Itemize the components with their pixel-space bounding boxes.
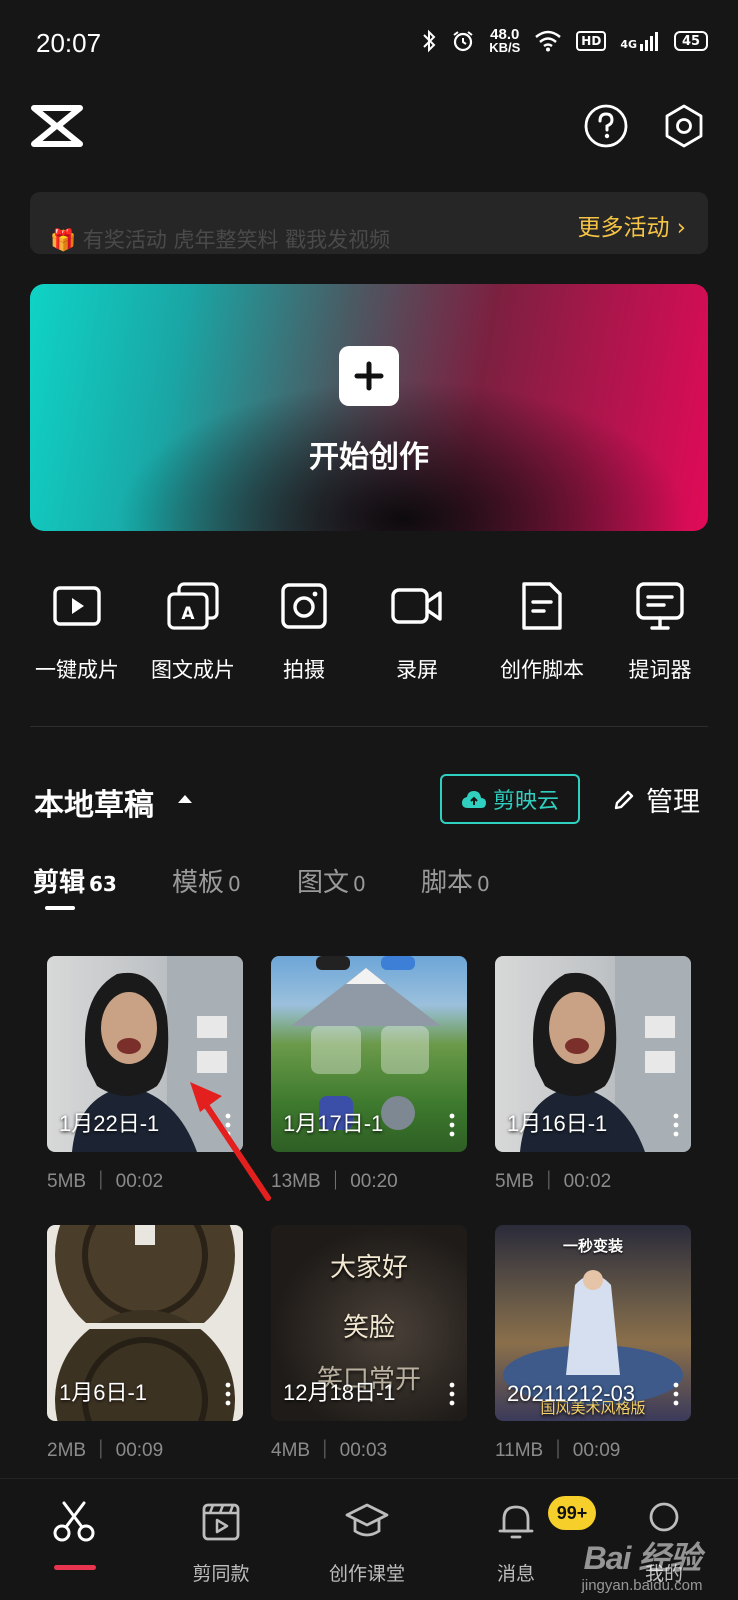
cloud-button[interactable]: 剪映云	[440, 774, 580, 824]
tool-camera[interactable]: 拍摄	[254, 578, 354, 684]
draft-thumbnail[interactable]: 1月6日-1	[47, 1225, 243, 1421]
nav-label: 创作课堂	[328, 1563, 405, 1585]
manage-button[interactable]: 管理	[612, 780, 700, 819]
manage-label: 管理	[646, 787, 700, 818]
more-vertical-icon[interactable]	[447, 1112, 457, 1138]
draft-item[interactable]: 1月17日-1 13MB ｜ 00:20	[271, 956, 467, 1193]
settings-icon[interactable]	[661, 103, 707, 149]
status-time: 20:07	[36, 28, 102, 58]
more-vertical-icon[interactable]	[447, 1381, 457, 1407]
more-vertical-icon[interactable]	[671, 1381, 681, 1407]
hd-badge: HD	[576, 31, 607, 51]
draft-meta: 13MB ｜ 00:20	[271, 1171, 398, 1192]
draft-meta: 2MB ｜ 00:09	[47, 1440, 164, 1461]
plus-icon	[339, 346, 399, 406]
nav-label: 消息	[496, 1563, 535, 1585]
signal-icon: 4G	[620, 31, 660, 51]
draft-name: 1月17日-1	[283, 1111, 384, 1136]
nav-label: 剪同款	[192, 1563, 250, 1585]
start-create-card[interactable]: 开始创作	[30, 284, 708, 531]
message-badge: 99+	[548, 1496, 596, 1530]
nav-active-indicator	[54, 1565, 96, 1570]
status-icons: 48.0 KB/S HD 4G 45	[421, 26, 708, 55]
more-vertical-icon[interactable]	[671, 1112, 681, 1138]
screen-record-icon	[391, 588, 442, 624]
nav-templates[interactable]: 剪同款	[161, 1499, 281, 1586]
baidu-watermark: Bai 经验 jingyan.baidu.com	[581, 1540, 703, 1594]
bell-icon	[498, 1505, 534, 1539]
status-bar: 20:07 48.0 KB/S HD 4G 45	[0, 0, 738, 90]
tool-one-click-video[interactable]: 一键成片	[27, 578, 127, 684]
clapper-play-icon	[202, 1503, 240, 1541]
draft-thumbnail[interactable]: 一秒变装 国风美术风格版 2021121​2-03	[495, 1225, 691, 1421]
tool-text-to-video[interactable]: A 图文成片	[143, 578, 243, 684]
tool-label: 图文成片	[151, 658, 235, 682]
tab-edit[interactable]: 剪辑 63	[33, 862, 117, 899]
nav-edit[interactable]	[14, 1499, 134, 1547]
start-create-label: 开始创作	[309, 440, 429, 475]
local-drafts-title[interactable]: 本地草稿	[34, 780, 154, 824]
draft-name: 1月22日-1	[59, 1111, 160, 1136]
scissors-icon	[53, 1501, 95, 1542]
red-arrow-annotation	[190, 1082, 271, 1201]
tab-script[interactable]: 脚本 0	[421, 862, 490, 899]
draft-meta: 5MB ｜ 00:02	[495, 1171, 612, 1192]
cloud-upload-icon	[461, 791, 486, 808]
tool-label: 提词器	[628, 658, 692, 682]
tab-underline	[45, 906, 75, 910]
tab-image-text[interactable]: 图文 0	[297, 862, 366, 899]
draft-thumbnail[interactable]: 大家好 笑脸 笑口常开 12月18日-1	[271, 1225, 467, 1421]
tool-label: 创作脚本	[500, 658, 584, 682]
tool-screen-record[interactable]: 录屏	[367, 578, 467, 684]
draft-thumbnail[interactable]: 1月17日-1	[271, 956, 467, 1152]
draft-meta: 11MB ｜ 00:09	[495, 1440, 621, 1461]
teleprompter-icon	[636, 582, 684, 630]
divider	[30, 726, 708, 727]
draft-thumbnail[interactable]: 1月16日-1	[495, 956, 691, 1152]
activity-banner[interactable]: 🎁 有奖活动 虎年整笑料 戳我发视频 更多活动 ›	[30, 192, 708, 254]
tool-label: 拍摄	[283, 658, 325, 682]
tool-create-script[interactable]: 创作脚本	[492, 578, 592, 684]
draft-item[interactable]: 一秒变装 国风美术风格版 2021121​2-03 11MB ｜ 00:09	[495, 1225, 691, 1462]
draft-name: 1月16日-1	[507, 1111, 608, 1136]
draft-item[interactable]: 1月16日-1 5MB ｜ 00:02	[495, 956, 691, 1193]
network-speed: 48.0 KB/S	[489, 26, 521, 55]
draft-name: 1月6日-1	[59, 1380, 148, 1405]
thumb-caption: 笑脸	[342, 1313, 395, 1343]
help-icon[interactable]	[583, 103, 629, 149]
more-vertical-icon[interactable]	[223, 1381, 233, 1407]
svg-text:A: A	[181, 604, 195, 624]
tool-teleprompter[interactable]: 提词器	[610, 578, 710, 684]
camera-icon	[281, 583, 327, 629]
draft-item[interactable]: 大家好 笑脸 笑口常开 12月18日-1 4MB ｜ 00:03	[271, 1225, 467, 1462]
battery-icon: 45	[674, 31, 708, 51]
pencil-icon	[614, 790, 634, 809]
caret-up-icon[interactable]	[178, 795, 192, 803]
tool-label: 录屏	[396, 658, 438, 682]
nav-classroom[interactable]: 创作课堂	[307, 1499, 427, 1586]
capcut-logo-icon	[31, 105, 83, 147]
thumb-caption: 一秒变装	[562, 1237, 623, 1255]
draft-name: 12月18日-1	[283, 1380, 396, 1405]
cloud-button-label: 剪映云	[492, 789, 559, 814]
alarm-icon	[453, 31, 473, 52]
script-doc-icon	[522, 582, 562, 630]
draft-meta: 4MB ｜ 00:03	[271, 1440, 388, 1461]
play-box-icon	[53, 586, 101, 626]
thumb-caption: 大家好	[329, 1253, 408, 1283]
draft-name: 2021121​2-03	[507, 1381, 636, 1406]
tab-template[interactable]: 模板 0	[172, 862, 241, 899]
tool-label: 一键成片	[35, 658, 119, 682]
graduation-cap-icon	[345, 1503, 389, 1537]
more-activities-link[interactable]: 更多活动 ›	[577, 208, 686, 242]
text-to-video-icon: A	[167, 582, 219, 630]
draft-item[interactable]: 1月6日-1 2MB ｜ 00:09	[47, 1225, 243, 1462]
bluetooth-icon	[423, 29, 436, 53]
wifi-icon	[535, 30, 562, 52]
activity-text: 🎁 有奖活动 虎年整笑料 戳我发视频	[50, 228, 391, 252]
